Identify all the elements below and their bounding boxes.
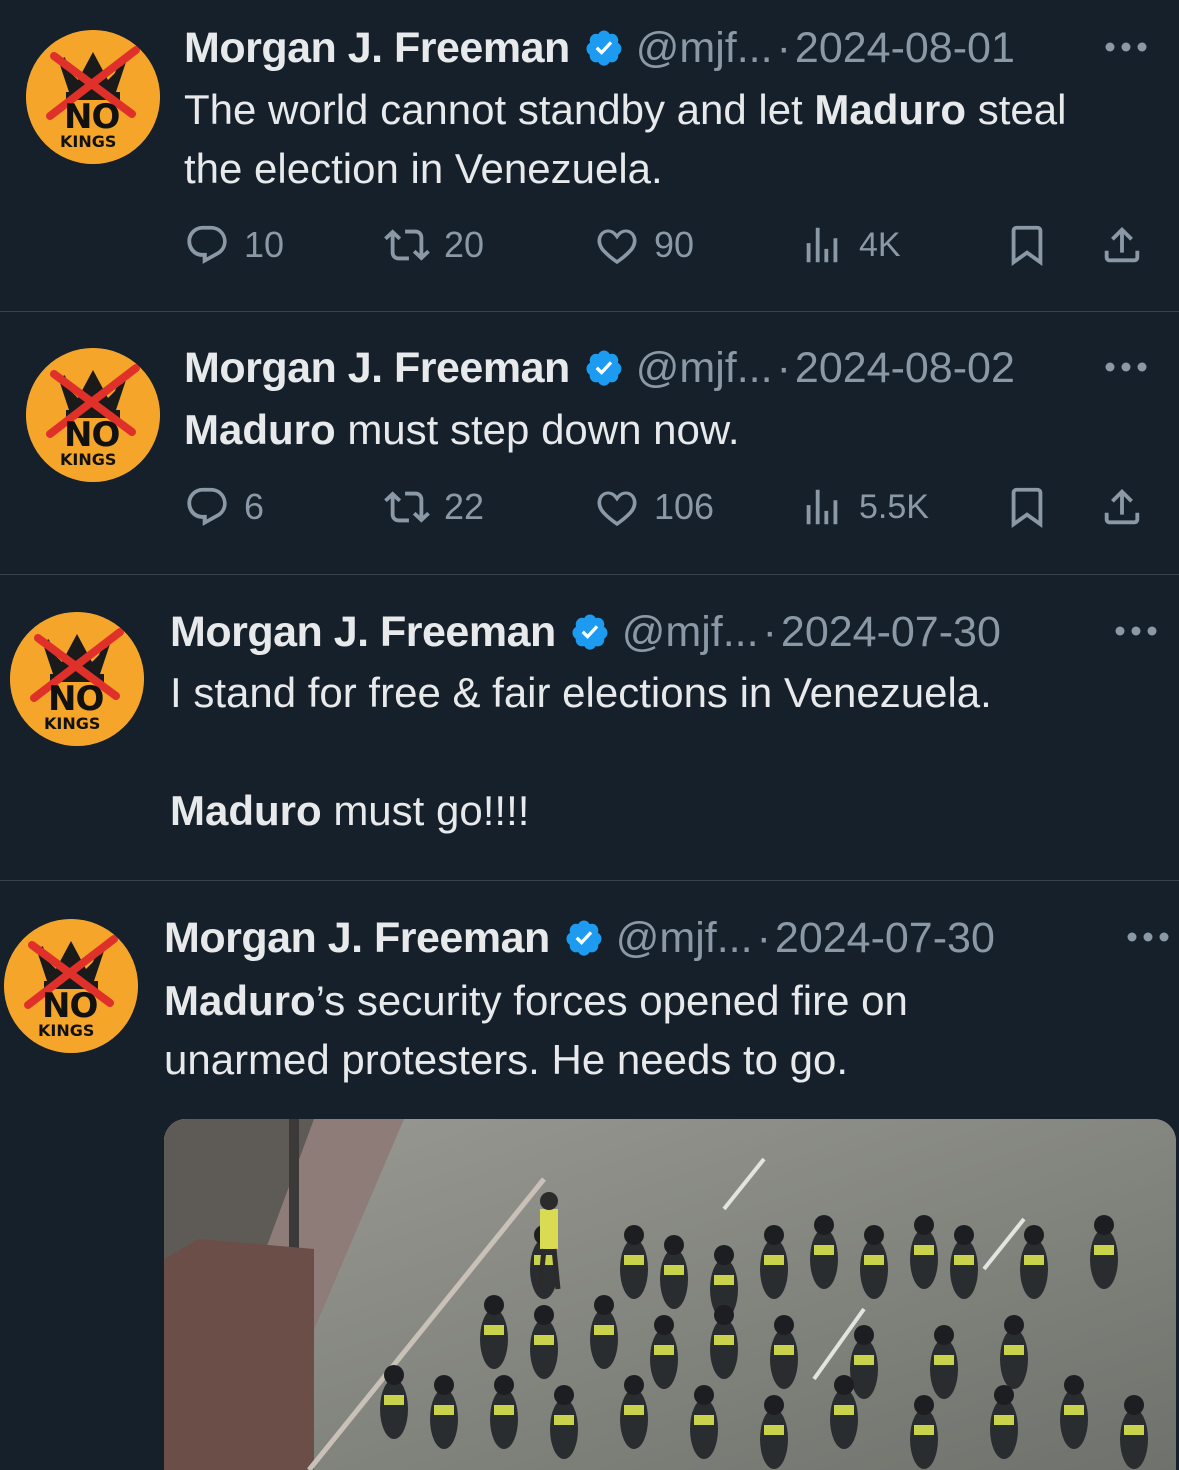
verified-badge-icon xyxy=(584,348,624,388)
tweet-text-segment: The world cannot standby and let xyxy=(184,86,815,133)
tweet-text-segment: I stand for free & fair elections in Ven… xyxy=(170,669,992,716)
tweet-text: I stand for free & fair elections in Ven… xyxy=(170,663,992,840)
tweet-header: Morgan J. Freeman @mjf... · 2024-07-30 xyxy=(164,912,995,964)
reply-button[interactable]: 6 xyxy=(184,482,264,532)
reply-button[interactable]: 10 xyxy=(184,220,284,270)
repost-icon xyxy=(384,484,444,530)
tweet-text-segment: must step down now. xyxy=(335,406,740,453)
replies-count: 10 xyxy=(244,224,285,265)
replies-count: 6 xyxy=(244,486,265,527)
like-button[interactable]: 106 xyxy=(594,482,714,532)
tweet-text: The world cannot standby and let Maduro … xyxy=(184,80,1066,198)
tweet-header: Morgan J. Freeman @mjf... · 2024-08-02 xyxy=(184,342,1015,394)
tweet-actions: 6 22 106 5.5K xyxy=(184,482,1144,532)
reposts-count: 20 xyxy=(444,224,485,265)
tweet-text-bold: Maduro xyxy=(184,406,336,453)
tweet-text: Maduro’s security forces opened fire on … xyxy=(164,971,908,1089)
tweet[interactable]: NO KINGS Morgan J. Freeman @mjf... · 2024-08-… xyxy=(0,312,1179,574)
header-separator: · xyxy=(762,608,777,656)
tweet-date[interactable]: 2024-07-30 xyxy=(775,912,995,964)
share-icon[interactable] xyxy=(1099,222,1145,268)
reposts-count: 22 xyxy=(444,486,485,527)
avatar-logo-word: NO xyxy=(42,986,98,1026)
more-icon[interactable] xyxy=(1104,361,1148,373)
avatar[interactable]: NO KINGS xyxy=(10,612,144,746)
avatar-logo-word: NO xyxy=(64,415,120,455)
more-icon[interactable] xyxy=(1104,41,1148,53)
verified-badge-icon xyxy=(570,612,610,652)
video-thumbnail-image[interactable] xyxy=(164,1119,1176,1470)
tweet[interactable]: NO KINGS Morgan J. Freeman @mjf... · 2024-08-… xyxy=(0,0,1179,311)
repost-button[interactable]: 20 xyxy=(384,220,484,270)
header-separator: · xyxy=(776,24,791,72)
avatar[interactable]: NO KINGS xyxy=(26,30,160,164)
author-handle[interactable]: @mjf... xyxy=(636,22,773,74)
like-icon xyxy=(594,222,654,268)
views-button[interactable]: 4K xyxy=(799,220,901,270)
bookmark-icon[interactable] xyxy=(1004,222,1050,268)
share-icon[interactable] xyxy=(1099,484,1145,530)
tweet-date[interactable]: 2024-07-30 xyxy=(781,606,1001,658)
tweet-text-bold: Maduro xyxy=(170,787,322,834)
reply-icon xyxy=(184,484,244,530)
verified-badge-icon xyxy=(564,918,604,958)
like-icon xyxy=(594,484,654,530)
tweet-text: Maduro must step down now. xyxy=(184,400,740,459)
author-name[interactable]: Morgan J. Freeman xyxy=(184,22,570,74)
author-name[interactable]: Morgan J. Freeman xyxy=(170,606,556,658)
likes-count: 106 xyxy=(654,486,715,527)
header-separator: · xyxy=(756,914,771,962)
views-icon xyxy=(799,222,859,268)
tweet-text-segment: must go!!!! xyxy=(321,787,530,834)
avatar[interactable]: NO KINGS xyxy=(4,919,138,1053)
avatar-logo-word: KINGS xyxy=(38,1021,95,1040)
avatar-logo-word: KINGS xyxy=(60,450,117,469)
tweet-date[interactable]: 2024-08-01 xyxy=(795,22,1015,74)
avatar-logo-word: KINGS xyxy=(60,132,117,151)
author-handle[interactable]: @mjf... xyxy=(616,912,753,964)
tweet-text-bold: Maduro xyxy=(164,977,316,1024)
likes-count: 90 xyxy=(654,224,695,265)
avatar-logo-word: NO xyxy=(48,679,104,719)
tweet-actions: 10 20 90 4K xyxy=(184,220,1144,270)
tweet-text-bold: Maduro xyxy=(814,86,967,133)
views-count: 5.5K xyxy=(859,487,929,526)
author-name[interactable]: Morgan J. Freeman xyxy=(164,912,550,964)
tweet-header: Morgan J. Freeman @mjf... · 2024-07-30 xyxy=(170,606,1001,658)
views-icon xyxy=(799,484,859,530)
avatar-logo-word: NO xyxy=(64,97,120,137)
header-separator: · xyxy=(776,344,791,392)
views-button[interactable]: 5.5K xyxy=(799,482,929,532)
avatar[interactable]: NO KINGS xyxy=(26,348,160,482)
author-handle[interactable]: @mjf... xyxy=(622,606,759,658)
verified-badge-icon xyxy=(584,28,624,68)
bookmark-icon[interactable] xyxy=(1004,484,1050,530)
more-icon[interactable] xyxy=(1114,625,1158,637)
author-name[interactable]: Morgan J. Freeman xyxy=(184,342,570,394)
tweet-header: Morgan J. Freeman @mjf... · 2024-08-01 xyxy=(184,22,1015,74)
tweet[interactable]: NO KINGS Morgan J. Freeman @mjf... · 2024-07-… xyxy=(0,575,1179,880)
avatar-logo-word: KINGS xyxy=(44,714,101,733)
reply-icon xyxy=(184,222,244,268)
repost-button[interactable]: 22 xyxy=(384,482,484,532)
views-count: 4K xyxy=(859,225,901,264)
like-button[interactable]: 90 xyxy=(594,220,694,270)
author-handle[interactable]: @mjf... xyxy=(636,342,773,394)
repost-icon xyxy=(384,222,444,268)
tweet-date[interactable]: 2024-08-02 xyxy=(795,342,1015,394)
more-icon[interactable] xyxy=(1126,931,1170,943)
